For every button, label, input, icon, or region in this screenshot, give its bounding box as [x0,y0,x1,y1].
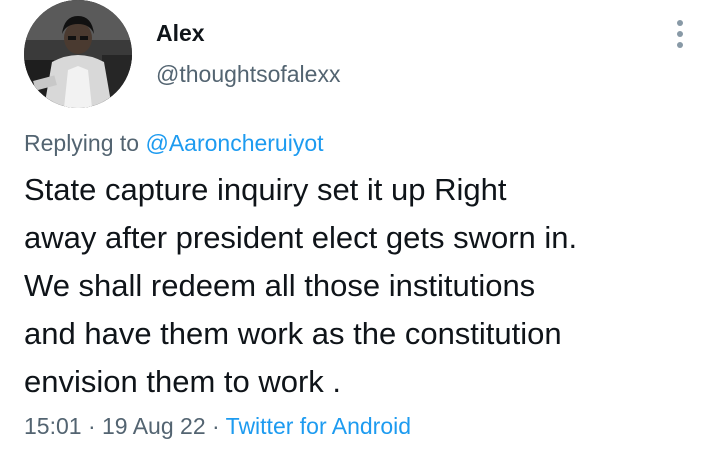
reply-mention-link[interactable]: @Aaroncheruiyot [145,130,323,156]
tweet-text-line: away after president elect gets sworn in… [24,220,578,255]
tweet-text-line: We shall redeem all those institutions [24,268,536,303]
tweet-text-line: State capture inquiry set it up Right [24,172,507,207]
reply-prefix: Replying to [24,130,140,156]
author-display-name[interactable]: Alex [156,18,205,48]
tweet-text-line: and have them work as the constitution [24,316,562,351]
tweet-date[interactable]: 19 Aug 22 [102,413,206,439]
author-handle[interactable]: @thoughtsofalexx [156,59,340,89]
tweet-meta: 15:01 · 19 Aug 22 · Twitter for Android [24,410,411,442]
more-vertical-icon[interactable] [668,16,692,52]
tweet-time[interactable]: 15:01 [24,413,82,439]
tweet-text-line: envision them to work . [24,364,342,399]
tweet-card: Alex @thoughtsofalexx Replying to @Aaron… [0,0,720,464]
reply-context: Replying to @Aaroncheruiyot [24,128,324,158]
meta-separator: · [212,413,220,439]
tweet-source-link[interactable]: Twitter for Android [226,413,411,439]
tweet-text: State capture inquiry set it up Right aw… [24,166,714,406]
avatar-photo [24,0,132,108]
avatar[interactable] [24,0,132,108]
meta-separator: · [87,413,96,439]
